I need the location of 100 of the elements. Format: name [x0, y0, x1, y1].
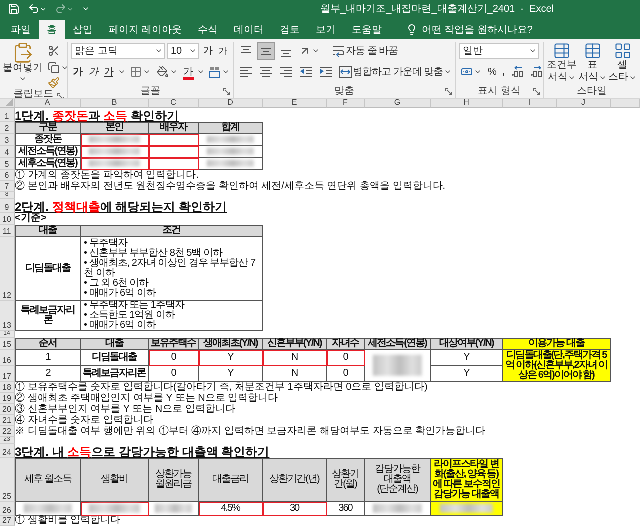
copy-button[interactable]: [46, 61, 67, 75]
input-cell[interactable]: [81, 158, 149, 170]
input-cell[interactable]: [149, 134, 199, 146]
column-header[interactable]: A: [15, 99, 81, 108]
ribbon-tab[interactable]: 홈: [39, 20, 65, 39]
dialog-launcher-icon[interactable]: [445, 88, 452, 95]
row-header[interactable]: 10: [0, 213, 15, 225]
bold-button[interactable]: 가: [71, 63, 84, 81]
row-header[interactable]: 2: [0, 122, 15, 134]
column-header[interactable]: J: [557, 99, 611, 108]
dialog-launcher-icon[interactable]: [223, 88, 230, 95]
ribbon-tab[interactable]: 페이지 레이아웃: [101, 20, 190, 39]
input-cell[interactable]: 0: [327, 350, 365, 366]
row-header[interactable]: 6: [0, 170, 15, 181]
column-header[interactable]: G: [365, 99, 431, 108]
caret-icon: [40, 6, 47, 12]
tell-me-search[interactable]: 어떤 작업을 원하시나요?: [400, 20, 539, 39]
grow-font-button[interactable]: 가: [201, 42, 214, 60]
ribbon-tab[interactable]: 보기: [308, 20, 344, 39]
ribbon-tab[interactable]: 수식: [190, 20, 226, 39]
row-header[interactable]: 3: [0, 134, 15, 146]
paste-button[interactable]: 붙여넣기: [3, 42, 43, 90]
merge-center-button[interactable]: 병합하고 가운데 맞춤: [337, 63, 454, 81]
row-header[interactable]: 17: [0, 366, 15, 382]
comma-button[interactable]: ,: [500, 63, 507, 81]
row-header[interactable]: 25: [0, 458, 15, 502]
number-format-dropdown[interactable]: 일반: [459, 43, 539, 59]
table-grid-icon: [614, 42, 632, 60]
column-header[interactable]: F: [327, 99, 365, 108]
row-header[interactable]: 15: [0, 338, 15, 350]
wrap-text-button[interactable]: 자동 줄 바꿈: [330, 42, 400, 60]
scissors-icon: [48, 45, 60, 57]
column-header[interactable]: B: [81, 99, 149, 108]
percent-button[interactable]: %: [486, 63, 498, 81]
row-header[interactable]: 19: [0, 393, 15, 404]
column-header[interactable]: I: [503, 99, 557, 108]
row-header[interactable]: 11: [0, 225, 15, 237]
caret-icon: [312, 47, 320, 55]
column-header[interactable]: C: [149, 99, 199, 108]
window-title: 월부_내마기조_내집마련_대출계산기_2401 - Excel: [320, 3, 554, 16]
shrink-font-button[interactable]: 가: [216, 42, 229, 60]
row-header[interactable]: 9: [0, 199, 15, 213]
row-header[interactable]: 24: [0, 444, 15, 458]
style-button[interactable]: 표 서식: [578, 42, 607, 85]
row-header[interactable]: 21: [0, 415, 15, 426]
column-heading: 본인: [81, 122, 149, 134]
dialog-launcher-icon[interactable]: [533, 88, 540, 95]
ribbon-tab[interactable]: 도움말: [344, 20, 390, 39]
row-header[interactable]: 1: [0, 108, 15, 122]
column-heading: 합계: [199, 122, 263, 134]
ribbon-tab[interactable]: 삽입: [65, 20, 101, 39]
ribbon-tab[interactable]: 데이터: [226, 20, 272, 39]
font-size-dropdown[interactable]: 10: [167, 43, 199, 59]
font-name-dropdown[interactable]: 맑은 고딕: [71, 43, 165, 59]
row-header[interactable]: 18: [0, 382, 15, 393]
italic-button[interactable]: 가: [86, 63, 100, 81]
row-header[interactable]: 5: [0, 158, 15, 170]
row-header[interactable]: 7: [0, 181, 15, 192]
row-header[interactable]: 13: [0, 301, 15, 331]
vertical-align-button[interactable]: [257, 42, 275, 60]
style-button[interactable]: 셀 스타: [608, 42, 637, 85]
font-color-button[interactable]: 가: [182, 63, 195, 81]
save-button[interactable]: [8, 1, 20, 17]
column-header[interactable]: H: [431, 99, 503, 108]
note-text: ① 가계의 종잣돈을 파악하여 입력합니다.: [15, 170, 200, 180]
save-icon: [8, 3, 20, 15]
column-heading: 조건: [81, 225, 263, 237]
redo-icon: [55, 3, 67, 15]
input-cell[interactable]: [81, 502, 149, 516]
input-cell[interactable]: 4.5%: [199, 502, 263, 516]
row-header[interactable]: 26: [0, 502, 15, 516]
caret-icon: [67, 6, 74, 12]
column-heading: 상환가능 월원리금: [149, 458, 199, 502]
input-cell[interactable]: [149, 158, 199, 170]
row-header[interactable]: 4: [0, 146, 15, 158]
increase-decimal-icon: [510, 66, 524, 78]
input-cell[interactable]: 30: [263, 502, 327, 516]
ribbon-tab[interactable]: 파일: [3, 20, 39, 39]
note-text: ② 본인과 배우자의 전년도 원천징수영수증을 확인하여 세전/세후소득 연단위 총액을 입력합니다.: [15, 181, 447, 192]
input-cell[interactable]: [81, 146, 149, 158]
row-header[interactable]: 16: [0, 350, 15, 366]
column-header[interactable]: D: [199, 99, 263, 108]
ribbon-tab[interactable]: 검토: [272, 20, 308, 39]
dialog-launcher-icon[interactable]: [57, 93, 64, 98]
row-header[interactable]: 20: [0, 404, 15, 415]
input-cell[interactable]: [81, 134, 149, 146]
input-cell[interactable]: N: [263, 350, 327, 366]
style-button[interactable]: 조건부 서식: [547, 42, 577, 85]
row-header[interactable]: 27: [0, 516, 15, 526]
decrease-indent-icon: [299, 65, 313, 79]
row-header[interactable]: 22: [0, 426, 15, 437]
input-cell[interactable]: 0: [149, 350, 199, 366]
input-cell[interactable]: Y: [199, 350, 263, 366]
underline-button[interactable]: 가: [102, 63, 116, 81]
row-label: 세후소득(연봉): [15, 158, 81, 170]
loan-name: 디딤돌대출: [15, 237, 81, 301]
row-header[interactable]: 12: [0, 237, 15, 301]
column-header[interactable]: E: [263, 99, 327, 108]
angled-arrow-icon: [299, 45, 311, 57]
input-cell[interactable]: [149, 146, 199, 158]
